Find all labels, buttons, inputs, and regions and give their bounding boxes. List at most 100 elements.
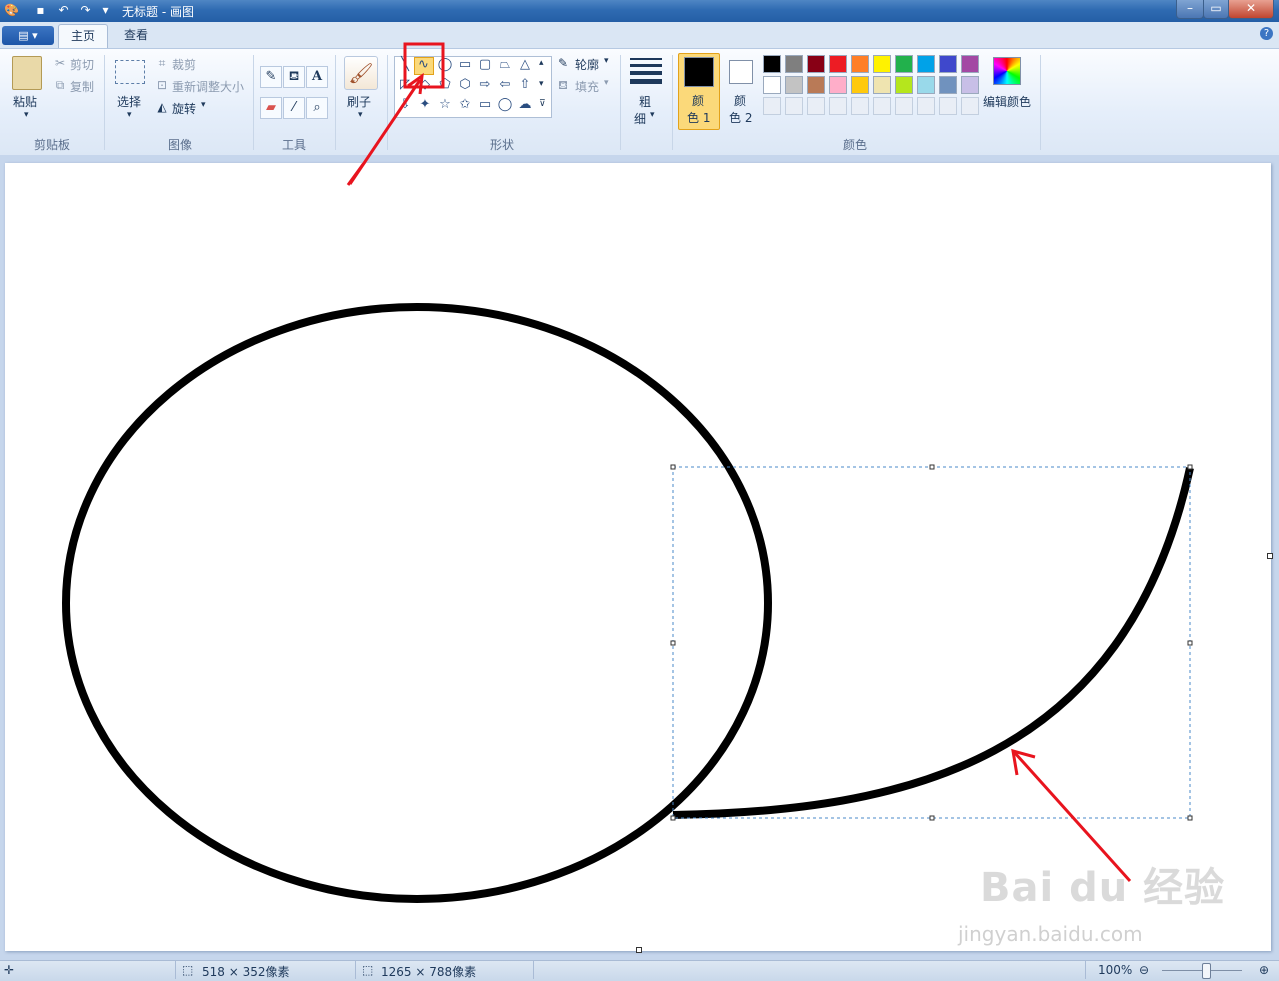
copy-button[interactable]: 复制	[70, 78, 94, 95]
palette-swatch[interactable]	[917, 76, 935, 94]
cut-button[interactable]: 剪切	[70, 56, 94, 73]
select-button[interactable]: 选择	[117, 93, 141, 110]
shape-item[interactable]: ⏢	[496, 56, 514, 74]
palette-swatch[interactable]	[917, 55, 935, 73]
palette-custom-slot[interactable]	[851, 97, 869, 115]
resize-icon: ⊡	[156, 78, 168, 92]
fill-button[interactable]: 填充	[575, 78, 599, 95]
edit-colors-button[interactable]: 编辑颜色	[983, 93, 1031, 110]
zoom-slider-thumb[interactable]	[1202, 963, 1211, 979]
palette-swatch[interactable]	[895, 55, 913, 73]
palette-swatch[interactable]	[961, 76, 979, 94]
palette-custom-slot[interactable]	[763, 97, 781, 115]
palette-custom-slot[interactable]	[873, 97, 891, 115]
outline-dropdown-icon[interactable]: ▾	[604, 56, 609, 66]
canvas-drawing	[62, 163, 1194, 903]
palette-swatch[interactable]	[939, 76, 957, 94]
undo-icon[interactable]: ↶	[56, 3, 71, 18]
palette-swatch[interactable]	[873, 55, 891, 73]
palette-custom-slot[interactable]	[939, 97, 957, 115]
cursor-position-icon: ✛	[4, 963, 15, 977]
help-icon[interactable]: ?	[1260, 27, 1273, 40]
line-size-icon[interactable]	[630, 58, 662, 84]
text-tool-icon[interactable]: A	[306, 66, 328, 88]
color2-label-top[interactable]: 颜	[734, 92, 746, 109]
palette-swatch[interactable]	[939, 55, 957, 73]
palette-swatch[interactable]	[829, 55, 847, 73]
palette-custom-slot[interactable]	[895, 97, 913, 115]
size-label-top[interactable]: 粗	[639, 93, 651, 110]
palette-swatch[interactable]	[851, 76, 869, 94]
palette-swatch[interactable]	[763, 76, 781, 94]
maximize-button[interactable]: ▭	[1203, 0, 1229, 19]
palette-swatch[interactable]	[785, 55, 803, 73]
shape-item[interactable]: ◯	[496, 96, 514, 114]
edit-colors-icon[interactable]	[993, 57, 1021, 85]
palette-swatch[interactable]	[961, 55, 979, 73]
rotate-dropdown-icon[interactable]: ▾	[201, 100, 206, 110]
shape-item[interactable]: ☁	[516, 96, 534, 114]
outline-button[interactable]: 轮廓	[575, 56, 599, 73]
shape-item[interactable]: △	[516, 56, 534, 74]
close-button[interactable]: ✕	[1228, 0, 1274, 19]
canvas-resize-handle-bottom[interactable]	[636, 947, 642, 953]
canvas-resize-handle-right[interactable]	[1267, 553, 1273, 559]
color2-label-bottom[interactable]: 色 2	[729, 109, 752, 126]
rotate-button[interactable]: 旋转	[172, 100, 196, 117]
select-icon[interactable]	[115, 60, 145, 84]
shape-item[interactable]: ⇧	[516, 76, 534, 94]
group-separator	[620, 55, 621, 150]
palette-swatch[interactable]	[807, 76, 825, 94]
shape-item[interactable]: ▭	[476, 96, 494, 114]
magnifier-icon[interactable]: ⌕	[306, 97, 328, 119]
palette-swatch[interactable]	[873, 76, 891, 94]
palette-custom-slot[interactable]	[785, 97, 803, 115]
tab-view[interactable]: 查看	[112, 24, 160, 48]
palette-swatch[interactable]	[807, 55, 825, 73]
fill-dropdown-icon[interactable]: ▾	[604, 78, 609, 88]
selection-size-icon: ⬚	[182, 963, 194, 977]
size-label-bottom[interactable]: 细	[634, 110, 646, 127]
gallery-expand-icon[interactable]: ⊽	[539, 99, 546, 109]
zoom-out-icon[interactable]: ⊖	[1139, 963, 1149, 977]
palette-custom-slot[interactable]	[917, 97, 935, 115]
palette-custom-slot[interactable]	[829, 97, 847, 115]
file-menu-button[interactable]: ▤ ▾	[2, 26, 54, 45]
eraser-icon[interactable]: ▰	[260, 97, 282, 119]
select-dropdown-icon[interactable]: ▾	[127, 110, 132, 120]
group-separator	[104, 55, 105, 150]
crop-button[interactable]: 裁剪	[172, 56, 196, 73]
shape-item[interactable]: ⇨	[476, 76, 494, 94]
zoom-in-icon[interactable]: ⊕	[1259, 963, 1269, 977]
palette-swatch[interactable]	[785, 76, 803, 94]
pencil-icon[interactable]: ✎	[260, 66, 282, 88]
group-separator	[672, 55, 673, 150]
minimize-button[interactable]: –	[1176, 0, 1204, 19]
gallery-scroll-up-icon[interactable]: ▴	[539, 58, 544, 68]
fill-bucket-icon[interactable]: ⛾	[283, 66, 305, 88]
save-icon[interactable]: ▪	[33, 3, 48, 18]
shape-item[interactable]: ⇦	[496, 76, 514, 94]
size-dropdown-icon[interactable]: ▾	[650, 110, 655, 120]
palette-custom-slot[interactable]	[961, 97, 979, 115]
tab-home[interactable]: 主页	[58, 24, 109, 49]
group-label-shapes: 形状	[489, 138, 514, 152]
customize-quick-access-icon[interactable]: ▾	[98, 3, 113, 18]
paste-icon[interactable]	[12, 56, 42, 90]
redo-icon[interactable]: ↷	[78, 3, 93, 18]
resize-button[interactable]: 重新调整大小	[172, 78, 244, 95]
palette-custom-slot[interactable]	[807, 97, 825, 115]
paint-app-icon[interactable]: 🎨	[4, 3, 19, 18]
paste-dropdown-icon[interactable]: ▾	[24, 110, 29, 120]
palette-swatch[interactable]	[851, 55, 869, 73]
palette-swatch[interactable]	[895, 76, 913, 94]
palette-swatch[interactable]	[829, 76, 847, 94]
shape-item[interactable]: ▢	[476, 56, 494, 74]
drawn-ellipse	[62, 303, 772, 903]
gallery-scroll-down-icon[interactable]: ▾	[539, 79, 544, 89]
color2-swatch[interactable]	[729, 60, 753, 84]
drawing-canvas[interactable]	[5, 163, 1273, 953]
paste-button[interactable]: 粘贴	[13, 93, 37, 110]
color-picker-icon[interactable]: ⁄	[283, 97, 305, 119]
palette-swatch[interactable]	[763, 55, 781, 73]
